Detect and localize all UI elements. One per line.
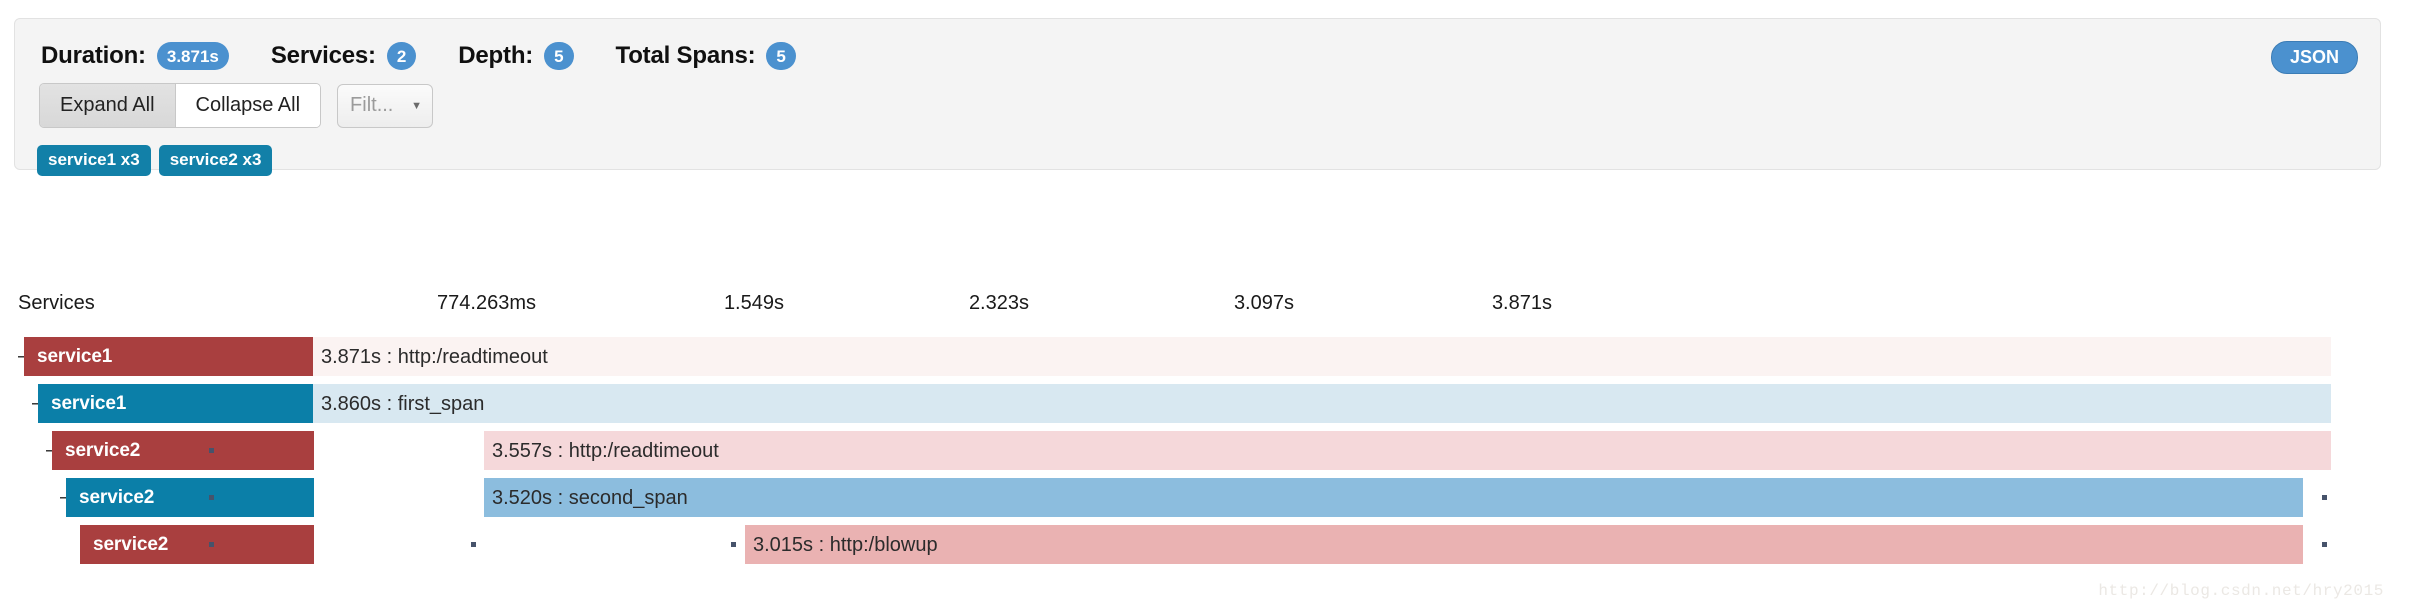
stat-total-spans-badge: 5 xyxy=(766,42,796,70)
stat-duration-label: Duration: xyxy=(41,42,146,69)
trace-controls-row: Expand All Collapse All Filt... ▼ xyxy=(39,83,434,128)
span-duration-bar[interactable]: 3.520s : second_span xyxy=(484,478,2303,517)
timeline-gridline-dot xyxy=(209,542,214,547)
span-duration-label: 3.015s : http:/blowup xyxy=(753,533,938,556)
services-column-header: Services xyxy=(18,292,95,314)
timeline-tick-label: 3.871s xyxy=(1491,292,1552,314)
span-duration-bar[interactable]: 3.557s : http:/readtimeout xyxy=(484,431,2331,470)
timeline-gridline-dot xyxy=(731,542,736,547)
timeline-tick-label: 2.323s xyxy=(968,292,1029,314)
trace-stats-row: Duration: 3.871s Services: 2 Depth: 5 To… xyxy=(41,37,838,75)
span-row[interactable]: –service13.860s : first_span xyxy=(0,380,2412,427)
span-duration-label: 3.520s : second_span xyxy=(492,486,688,509)
span-service-block[interactable]: service2 xyxy=(52,431,314,470)
span-service-block[interactable]: service2 xyxy=(66,478,314,517)
watermark: http://blog.csdn.net/hry2015 xyxy=(2098,582,2384,600)
collapse-all-button[interactable]: Collapse All xyxy=(175,84,321,127)
stat-services-label: Services: xyxy=(270,42,376,69)
timeline-gridline-dot xyxy=(209,448,214,453)
timeline-tick-label: 774.263ms xyxy=(437,292,536,314)
timeline-gridline-dot xyxy=(471,542,476,547)
span-service-name: service2 xyxy=(65,440,141,461)
span-service-block[interactable]: service1 xyxy=(38,384,314,423)
stat-total-spans-label: Total Spans: xyxy=(615,42,756,69)
expand-all-button[interactable]: Expand All xyxy=(40,84,176,127)
span-service-block[interactable]: service1 xyxy=(24,337,314,376)
span-duration-label: 3.557s : http:/readtimeout xyxy=(492,439,719,462)
span-duration-bar[interactable]: 3.871s : http:/readtimeout xyxy=(313,337,2331,376)
filter-dropdown[interactable]: Filt... ▼ xyxy=(337,83,434,128)
stat-duration-badge: 3.871s xyxy=(156,42,229,70)
span-row[interactable]: –service23.557s : http:/readtimeout xyxy=(0,427,2412,474)
json-button[interactable]: JSON xyxy=(2270,41,2358,74)
stat-depth-label: Depth: xyxy=(458,42,534,69)
span-row[interactable]: –service23.520s : second_span xyxy=(0,474,2412,521)
span-duration-label: 3.860s : first_span xyxy=(321,392,485,415)
timeline-gridline-dot xyxy=(2322,542,2327,547)
stat-services: Services: 2 xyxy=(270,42,417,70)
trace-summary-panel: Duration: 3.871s Services: 2 Depth: 5 To… xyxy=(14,18,2381,176)
timeline-ruler: Services 774.263ms 1.549s 2.323s 3.097s 3.87… xyxy=(0,292,2412,320)
stat-total-spans: Total Spans: 5 xyxy=(616,42,796,70)
stat-depth: Depth: 5 xyxy=(458,42,574,70)
timeline-gridline-dot xyxy=(209,495,214,500)
span-row[interactable]: –service13.871s : http:/readtimeout xyxy=(0,333,2412,380)
span-duration-bar[interactable]: 3.015s : http:/blowup xyxy=(745,525,2303,564)
service-filter-pills: service1 x3 service2 x3 xyxy=(37,145,280,176)
span-service-name: service1 xyxy=(51,393,127,414)
stat-services-badge: 2 xyxy=(386,42,417,70)
service-pill-service1[interactable]: service1 x3 xyxy=(37,145,151,176)
timeline-tick-label: 1.549s xyxy=(723,292,784,314)
span-service-block[interactable]: service2 xyxy=(80,525,314,564)
span-service-name: service1 xyxy=(37,346,113,367)
chevron-down-icon: ▼ xyxy=(411,99,423,112)
timeline-tick-label: 3.097s xyxy=(1233,292,1294,314)
span-rows-container: –service13.871s : http:/readtimeout–serv… xyxy=(0,333,2412,568)
stat-depth-badge: 5 xyxy=(544,42,574,70)
span-service-name: service2 xyxy=(79,487,155,508)
expand-collapse-button-group: Expand All Collapse All xyxy=(39,83,322,128)
filter-dropdown-label: Filt... xyxy=(350,94,394,116)
stat-duration: Duration: 3.871s xyxy=(41,42,229,70)
span-duration-bar[interactable]: 3.860s : first_span xyxy=(313,384,2331,423)
timeline-gridline-dot xyxy=(2322,495,2327,500)
span-duration-label: 3.871s : http:/readtimeout xyxy=(321,345,548,368)
span-service-name: service2 xyxy=(93,534,169,555)
span-row[interactable]: service2 3.015s : http:/blowup xyxy=(0,521,2412,568)
service-pill-service2[interactable]: service2 x3 xyxy=(158,145,273,176)
